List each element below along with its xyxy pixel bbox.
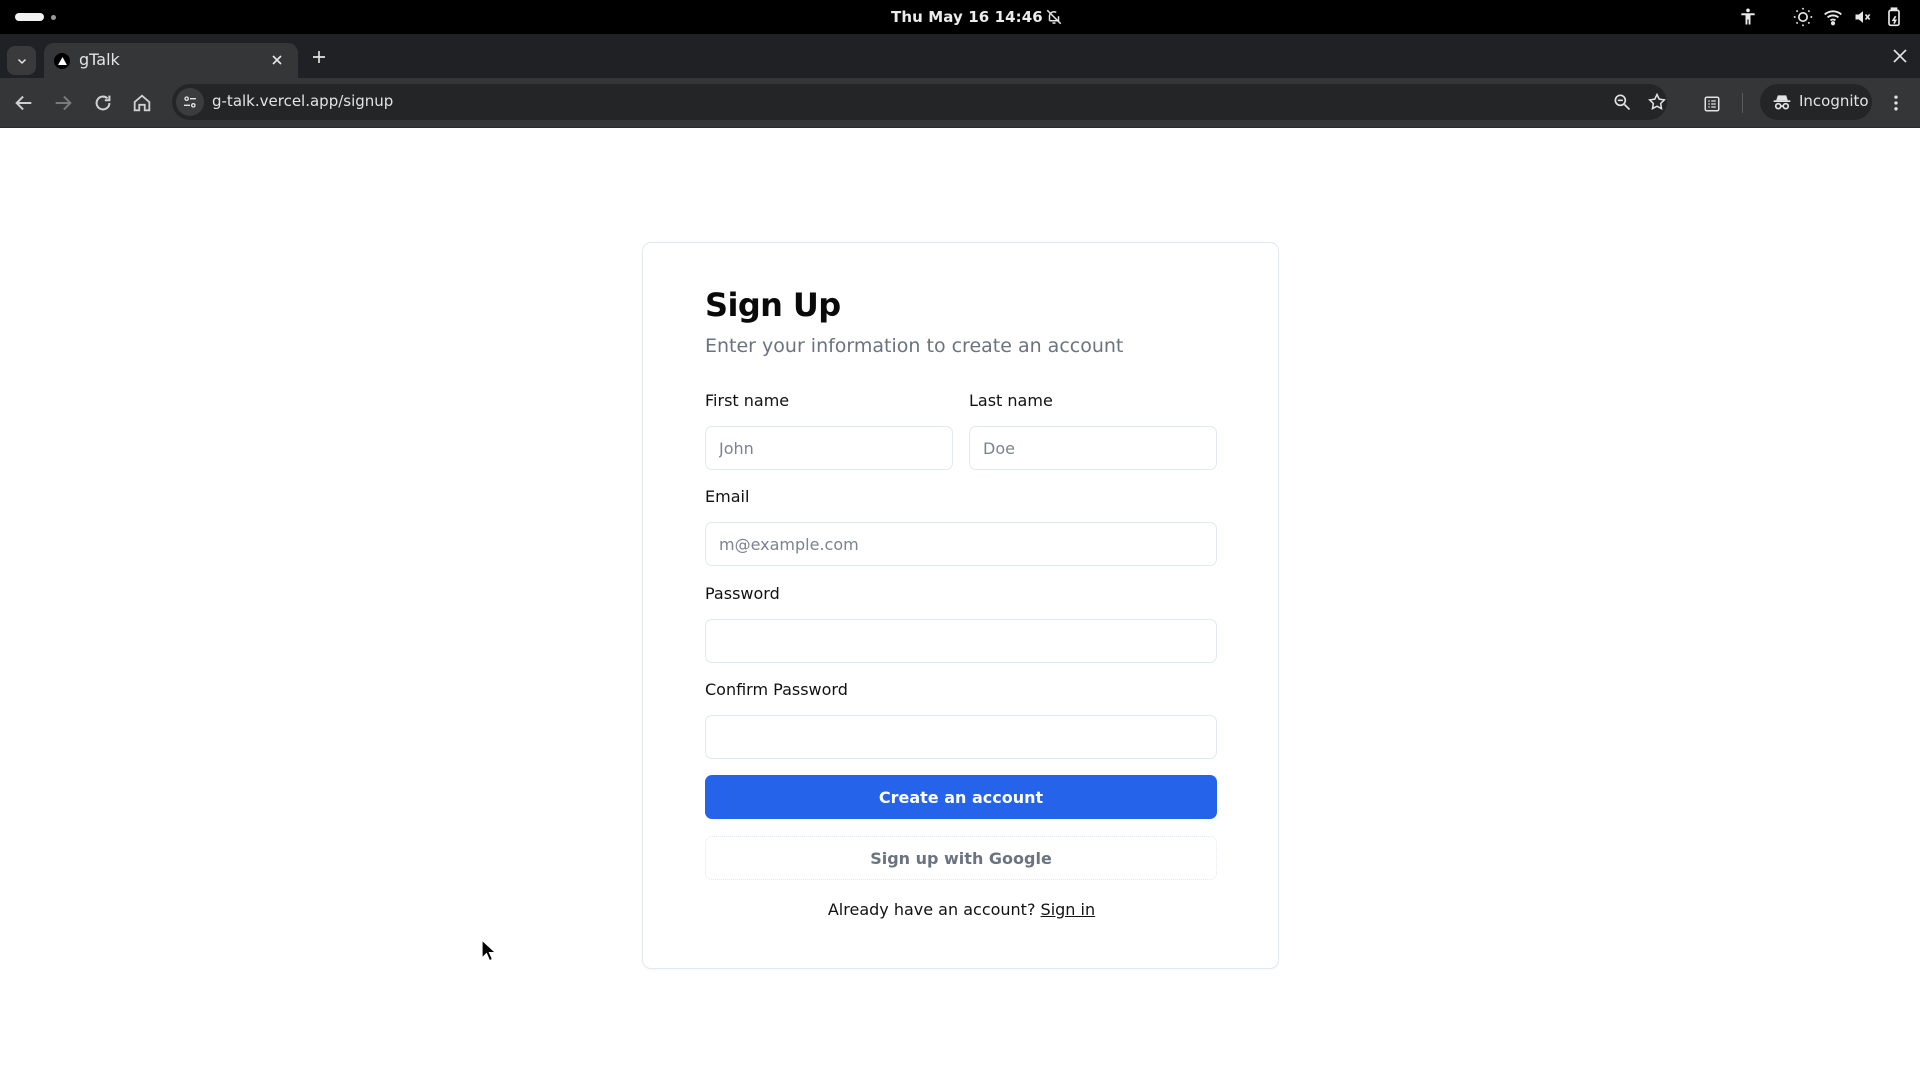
wifi-icon[interactable]	[1823, 7, 1843, 27]
confirm-password-label: Confirm Password	[705, 680, 848, 699]
activities-button[interactable]	[15, 13, 44, 21]
address-bar[interactable]: g-talk.vercel.app/signup	[172, 84, 1667, 120]
bookmark-star-icon[interactable]	[1647, 92, 1667, 112]
url-text[interactable]: g-talk.vercel.app/signup	[212, 92, 393, 110]
password-label: Password	[705, 584, 780, 603]
tab-search-button[interactable]	[7, 46, 36, 75]
close-tab-icon[interactable]	[269, 52, 285, 68]
zoom-icon[interactable]	[1612, 92, 1632, 112]
system-top-bar: Thu May 16 14:46	[0, 0, 1920, 34]
incognito-profile-button[interactable]: Incognito	[1760, 84, 1872, 120]
sign-in-prompt: Already have an account? Sign in	[643, 900, 1280, 919]
email-label: Email	[705, 487, 750, 506]
last-name-label: Last name	[969, 391, 1053, 410]
first-name-input[interactable]	[705, 426, 953, 470]
password-input[interactable]	[705, 619, 1217, 663]
email-input[interactable]	[705, 522, 1217, 566]
home-icon[interactable]	[131, 92, 153, 114]
mouse-cursor-icon	[481, 939, 497, 962]
chevron-down-icon	[17, 58, 26, 64]
confirm-password-input[interactable]	[705, 715, 1217, 759]
notifications-muted-icon[interactable]	[1045, 8, 1063, 26]
back-icon[interactable]	[13, 92, 35, 114]
system-clock[interactable]: Thu May 16 14:46	[891, 8, 1043, 26]
tab-title: gTalk	[79, 50, 120, 69]
battery-charging-icon[interactable]	[1884, 7, 1904, 27]
google-signup-button[interactable]: Sign up with Google	[705, 836, 1217, 880]
tune-icon	[184, 96, 196, 108]
forward-icon[interactable]	[52, 92, 74, 114]
toolbar-separator	[1742, 93, 1743, 113]
browser-tab-strip: gTalk	[0, 34, 1920, 79]
sign-in-link[interactable]: Sign in	[1041, 900, 1096, 919]
last-name-input[interactable]	[969, 426, 1217, 470]
create-account-button[interactable]: Create an account	[705, 775, 1217, 819]
footer-prompt-text: Already have an account?	[827, 900, 1036, 919]
new-tab-icon[interactable]	[310, 48, 328, 66]
volume-muted-icon[interactable]	[1853, 7, 1873, 27]
reload-icon[interactable]	[92, 92, 114, 114]
reading-list-icon[interactable]	[1703, 95, 1721, 113]
incognito-icon	[1773, 95, 1791, 110]
first-name-label: First name	[705, 391, 790, 410]
menu-kebab-icon[interactable]	[1886, 93, 1906, 113]
page-title: Sign Up	[705, 286, 841, 324]
site-info-button[interactable]	[176, 88, 204, 116]
signup-card: Sign Up Enter your information to create…	[642, 242, 1279, 969]
workspace-indicator[interactable]	[51, 15, 56, 20]
window-close-icon[interactable]	[1891, 47, 1909, 65]
night-light-icon[interactable]	[1793, 7, 1813, 27]
browser-tab-active[interactable]: gTalk	[44, 43, 298, 79]
accessibility-icon[interactable]	[1738, 7, 1758, 27]
page-subtitle: Enter your information to create an acco…	[705, 335, 1124, 357]
incognito-label: Incognito	[1799, 92, 1869, 110]
page-content: Sign Up Enter your information to create…	[0, 129, 1920, 1080]
browser-toolbar: g-talk.vercel.app/signup Incognito	[0, 78, 1920, 128]
vercel-triangle-icon	[54, 53, 70, 69]
